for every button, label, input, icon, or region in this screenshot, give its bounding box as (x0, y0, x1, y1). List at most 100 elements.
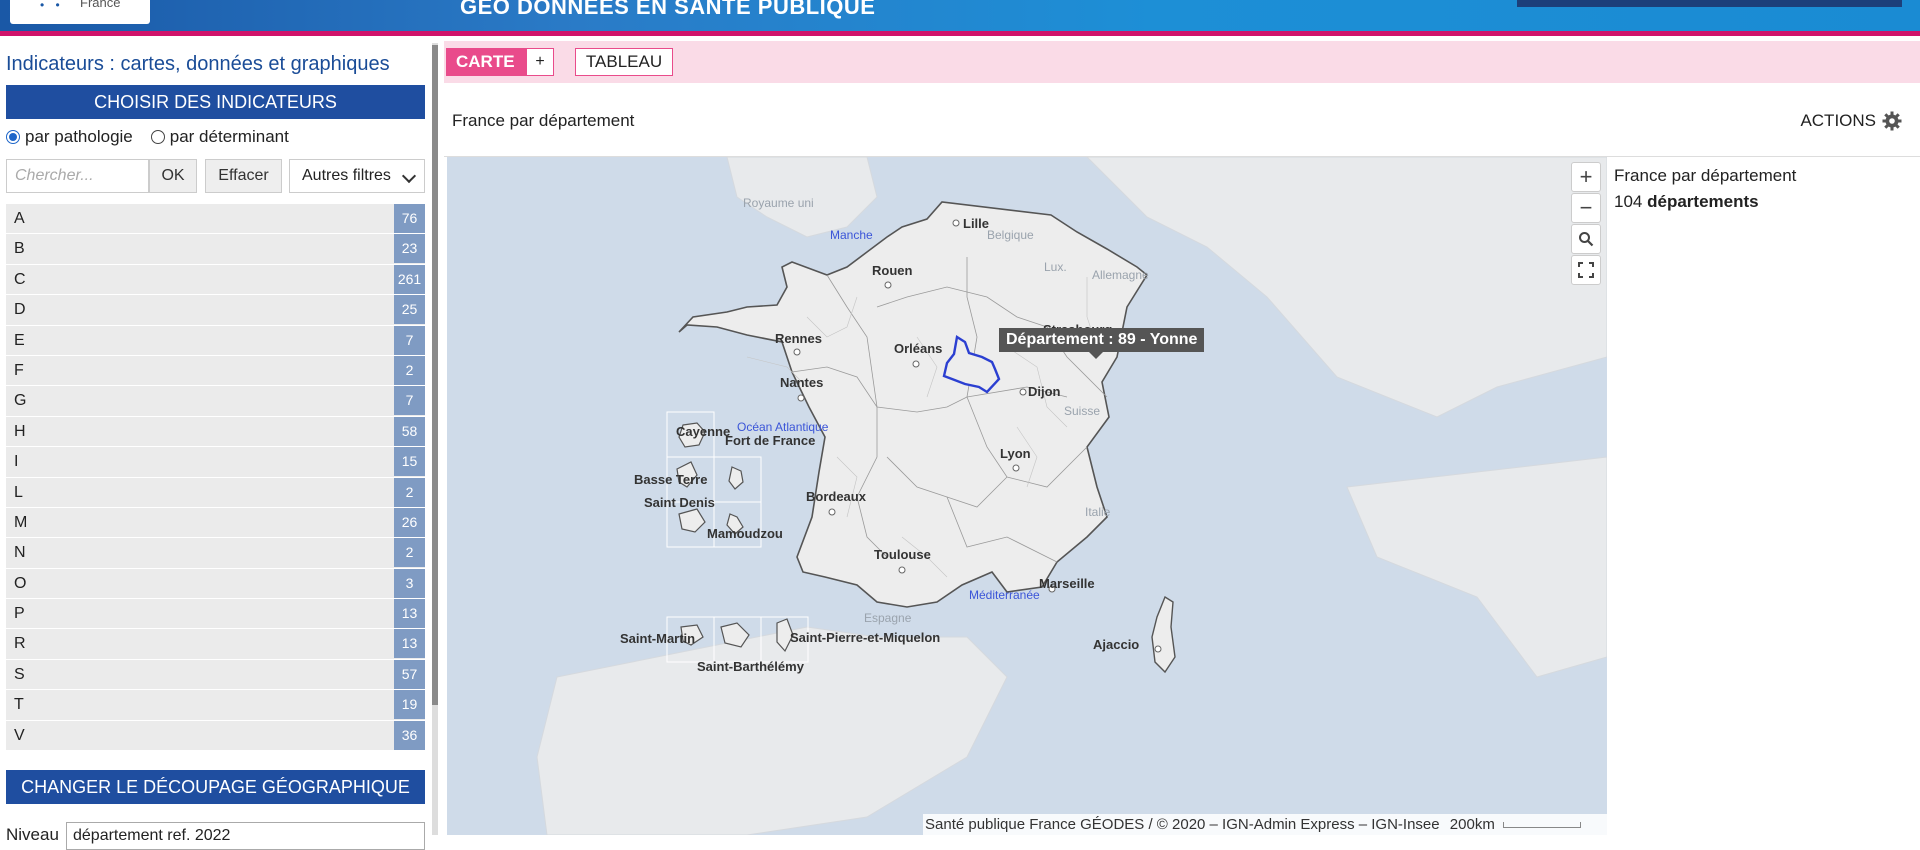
sidebar-scrollbar[interactable] (432, 43, 438, 835)
list-item[interactable]: L2 (6, 477, 425, 508)
clear-button[interactable]: Effacer (205, 159, 282, 193)
list-item[interactable]: E7 (6, 325, 425, 356)
list-item-letter: B (14, 240, 25, 258)
map-attribution: Santé publique France GÉODES / © 2020 – … (923, 814, 1607, 835)
list-item-letter: C (14, 270, 26, 288)
search-button[interactable] (1571, 224, 1601, 254)
list-item[interactable]: H 58 (6, 416, 425, 448)
niveau-label: Niveau (6, 825, 59, 844)
label-espagne: Espagne (864, 611, 912, 625)
list-item-letter: H (14, 422, 26, 440)
list-item[interactable]: D 25 (6, 295, 425, 326)
label-lyon: Lyon (1000, 446, 1031, 461)
list-item-letter: L (14, 483, 23, 501)
logo-text: France (80, 0, 121, 10)
label-ocean: Océan Atlantique (737, 420, 829, 434)
list-item[interactable]: G7 (6, 386, 425, 417)
indicator-list: A 76 B 23 C 261 D 25 E7 F2 G7 H 58 I 15 L2 M 26… (6, 204, 425, 752)
gear-icon (1882, 111, 1902, 131)
list-item[interactable]: A 76 (6, 204, 425, 235)
zoom-in-button[interactable]: + (1571, 162, 1601, 192)
main-panel: CARTE + TABLEAU France par département A… (444, 41, 1920, 835)
list-item-letter: D (14, 301, 26, 319)
list-item[interactable]: C 261 (6, 264, 425, 296)
list-item[interactable]: F2 (6, 355, 425, 387)
list-item[interactable]: M 26 (6, 507, 425, 539)
list-item[interactable]: O3 (6, 568, 425, 600)
label-belgique: Belgique (987, 228, 1034, 242)
other-filters-dropdown[interactable]: Autres filtres (289, 159, 425, 193)
other-filters-label: Autres filtres (302, 167, 391, 184)
map-svg[interactable]: Lille Rouen Rennes Nantes Orléans Dijon … (447, 157, 1607, 835)
list-item-letter: E (14, 331, 25, 349)
scrollbar-thumb[interactable] (432, 45, 438, 705)
label-saint-barthelemy: Saint-Barthélémy (697, 659, 805, 674)
list-item-letter: O (14, 574, 27, 592)
label-cayenne: Cayenne (676, 424, 730, 439)
add-map-button[interactable]: + (526, 48, 554, 76)
niveau-select[interactable]: département ref. 2022 (66, 822, 425, 850)
zoom-out-button[interactable]: − (1571, 193, 1601, 223)
list-item[interactable]: B 23 (6, 234, 425, 265)
actions-label: ACTIONS (1800, 111, 1876, 130)
list-item-count: 19 (394, 690, 425, 720)
label-rennes: Rennes (775, 331, 822, 346)
radio-pathologie-label[interactable]: par pathologie (25, 127, 133, 147)
radio-pathologie[interactable] (6, 130, 20, 144)
attribution-text: Santé publique France GÉODES / © 2020 – … (925, 816, 1440, 833)
view-tabbar: CARTE + TABLEAU (444, 41, 1920, 83)
list-item-letter: G (14, 392, 27, 410)
search-input[interactable]: Chercher... (6, 159, 149, 193)
change-geography-band[interactable]: CHANGER LE DÉCOUPAGE GÉOGRAPHIQUE (6, 770, 425, 804)
list-item-count: 15 (394, 447, 425, 477)
sidebar-title: Indicateurs : cartes, données et graphiq… (6, 53, 390, 75)
list-item[interactable]: I 15 (6, 447, 425, 478)
list-item-count: 36 (394, 720, 425, 750)
chevron-down-icon (401, 168, 417, 184)
label-fort-de-france: Fort de France (725, 433, 815, 448)
list-item[interactable]: V 36 (6, 720, 425, 752)
label-italie: Italie (1085, 505, 1111, 519)
ok-button[interactable]: OK (149, 159, 197, 193)
indicator-sidebar: Indicateurs : cartes, données et graphiq… (0, 41, 437, 850)
fullscreen-button[interactable] (1571, 255, 1601, 285)
list-item-count: 25 (394, 295, 425, 325)
info-title: France par département (1614, 166, 1797, 185)
map-title: France par département (452, 111, 635, 130)
map-canvas[interactable]: Lille Rouen Rennes Nantes Orléans Dijon … (447, 157, 1607, 835)
list-item-count: 76 (394, 204, 425, 233)
label-saint-martin: Saint-Martin (620, 631, 695, 646)
list-item-letter: P (14, 605, 25, 623)
label-bordeaux: Bordeaux (806, 489, 867, 504)
radio-determinant[interactable] (150, 130, 165, 144)
tab-carte[interactable]: CARTE (446, 48, 526, 76)
list-item[interactable]: S 57 (6, 659, 425, 691)
tab-tableau[interactable]: TABLEAU (575, 48, 673, 76)
label-lille: Lille (963, 216, 989, 231)
fullscreen-icon (1578, 262, 1594, 278)
list-item-count: 57 (394, 659, 425, 689)
info-unit: départements (1647, 192, 1759, 211)
list-item[interactable]: T 19 (6, 690, 425, 721)
list-item-count: 3 (394, 568, 425, 598)
scale-label: 200km (1449, 816, 1495, 833)
list-item-count: 2 (394, 355, 425, 385)
label-ajaccio: Ajaccio (1093, 637, 1139, 652)
top-banner: • • France GÉO DONNÉES EN SANTÉ PUBLIQUE (0, 0, 1920, 36)
list-item[interactable]: R 13 (6, 629, 425, 660)
actions-menu[interactable]: ACTIONS (1800, 111, 1902, 131)
logo[interactable]: • • France (10, 0, 150, 24)
topbar-right-block (1517, 0, 1902, 7)
radio-determinant-label[interactable]: par déterminant (170, 127, 289, 147)
list-item-letter: T (14, 696, 24, 714)
list-item[interactable]: N2 (6, 538, 425, 569)
label-mamoudzou: Mamoudzou (707, 526, 783, 541)
list-item-count: 7 (394, 386, 425, 416)
list-item-count: 26 (394, 507, 425, 537)
label-royaume-uni: Royaume uni (743, 196, 814, 210)
list-item[interactable]: P 13 (6, 599, 425, 630)
list-item-letter: I (14, 453, 19, 471)
label-rouen: Rouen (872, 263, 913, 278)
choose-indicators-band[interactable]: CHOISIR DES INDICATEURS (6, 85, 425, 119)
label-basse-terre: Basse Terre (634, 472, 707, 487)
